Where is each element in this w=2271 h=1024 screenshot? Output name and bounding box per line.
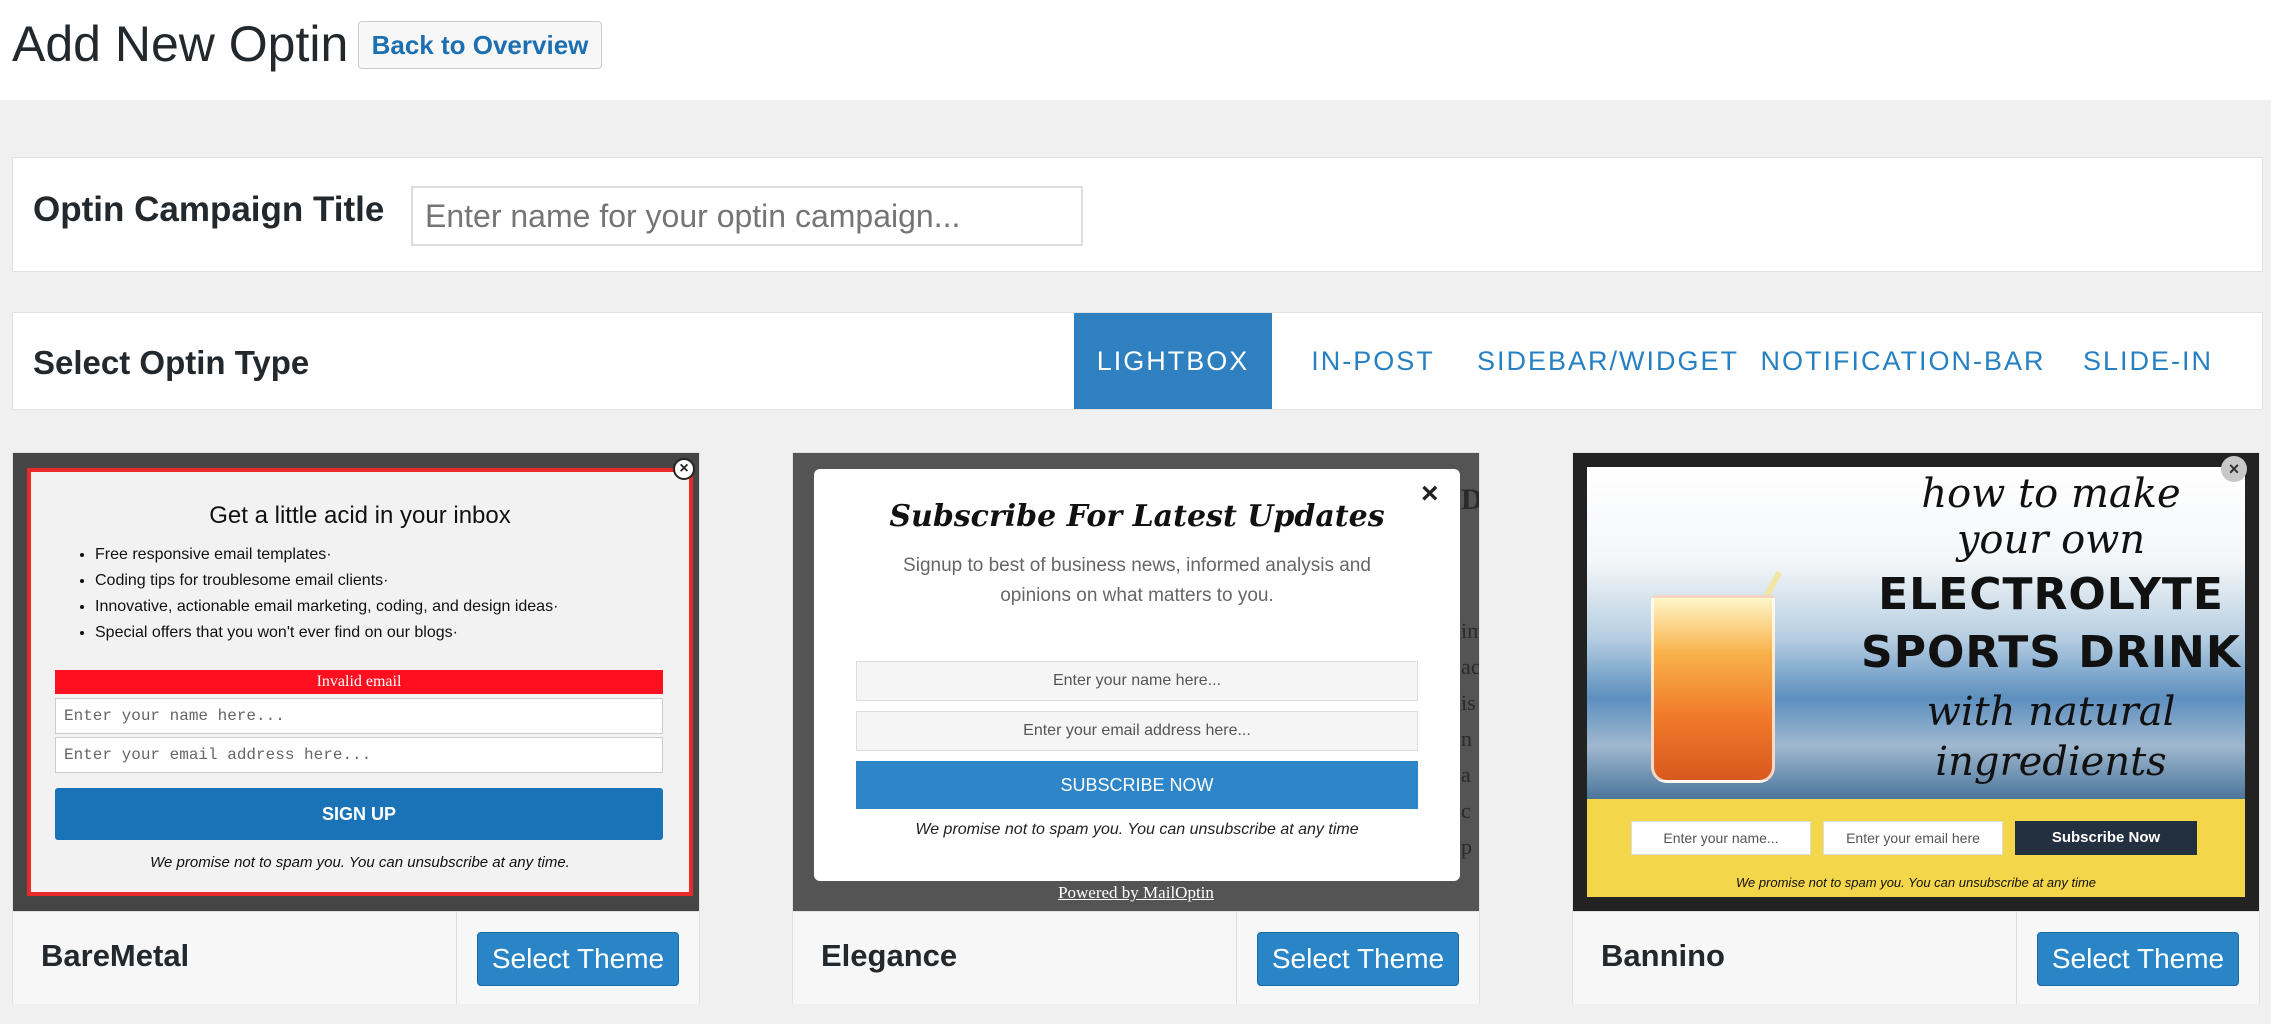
theme-card-elegance: D im ac is n a c p × Subscribe For Latest Upda… (792, 452, 1480, 1004)
sign-up-button: SIGN UP (55, 788, 663, 840)
banner-text: your own (1956, 517, 2146, 563)
privacy-note: We promise not to spam you. You can unsu… (1735, 875, 2097, 890)
card-footer: Elegance Select Theme (793, 911, 1479, 1004)
banner-text: with natural (1926, 689, 2176, 735)
close-icon: × (2221, 456, 2247, 482)
card-footer: Bannino Select Theme (1573, 911, 2259, 1004)
card-footer: BareMetal Select Theme (13, 911, 699, 1004)
backdrop-text: im ac is n a c p (1461, 618, 1479, 859)
drink-glass-image (1651, 595, 1775, 783)
benefit-list: Free responsive email templates· Coding … (73, 542, 558, 646)
name-field: Enter your name here... (856, 661, 1418, 701)
campaign-title-panel: Optin Campaign Title (12, 157, 2263, 272)
theme-name: Bannino (1601, 938, 1725, 973)
tab-sidebar-widget[interactable]: SIDEBAR/WIDGET (1463, 313, 1753, 409)
email-field: Enter your email here (1823, 821, 2003, 855)
subscribe-button: Subscribe Now (2015, 821, 2197, 855)
page-title: Add New Optin (12, 16, 349, 72)
optin-type-label: Select Optin Type (33, 344, 310, 381)
theme-card-baremetal: Get a little acid in your inbox Free res… (12, 452, 700, 1004)
theme-name: Elegance (821, 938, 958, 973)
theme-preview-elegance[interactable]: D im ac is n a c p × Subscribe For Latest Upda… (793, 453, 1479, 911)
subscribe-button: SUBSCRIBE NOW (856, 761, 1418, 809)
page-header: Add New Optin Back to Overview (0, 0, 2271, 100)
banner-image: how to make your own ELECTROLYTE SPORTS … (1587, 467, 2245, 807)
backdrop-text: D (1461, 483, 1479, 516)
select-theme-button[interactable]: Select Theme (1257, 932, 1459, 986)
close-icon: × (673, 458, 695, 480)
campaign-title-input[interactable] (411, 186, 1083, 246)
name-field: Enter your name... (1631, 821, 1811, 855)
divider (456, 912, 457, 1004)
signup-bar: Enter your name... Enter your email here… (1587, 799, 2245, 897)
email-field: Enter your email address here... (55, 737, 663, 773)
optin-box: × Subscribe For Latest Updates Signup to… (814, 469, 1460, 881)
theme-name: BareMetal (41, 938, 190, 973)
divider (2016, 912, 2017, 1004)
list-item: Innovative, actionable email marketing, … (95, 594, 558, 620)
tab-slide-in[interactable]: SLIDE-IN (2053, 313, 2243, 409)
banner-text: ELECTROLYTE (1878, 569, 2224, 620)
tab-lightbox[interactable]: LIGHTBOX (1074, 313, 1272, 409)
preview-heading: Subscribe For Latest Updates (889, 499, 1385, 534)
select-theme-button[interactable]: Select Theme (2037, 932, 2239, 986)
banner-text: ingredients (1935, 739, 2167, 785)
select-theme-button[interactable]: Select Theme (477, 932, 679, 986)
tab-in-post[interactable]: IN-POST (1283, 313, 1463, 409)
theme-preview-baremetal[interactable]: Get a little acid in your inbox Free res… (13, 453, 699, 911)
list-item: Special offers that you won't ever find … (95, 620, 558, 646)
campaign-title-label: Optin Campaign Title (33, 190, 385, 229)
theme-preview-bannino[interactable]: how to make your own ELECTROLYTE SPORTS … (1573, 453, 2259, 911)
theme-card-bannino: how to make your own ELECTROLYTE SPORTS … (1572, 452, 2260, 1004)
preview-heading: Get a little acid in your inbox (209, 502, 511, 529)
divider (1236, 912, 1237, 1004)
banner-text: SPORTS DRINK (1861, 627, 2241, 678)
back-to-overview-button[interactable]: Back to Overview (358, 21, 602, 69)
name-field: Enter your name here... (55, 698, 663, 734)
list-item: Free responsive email templates· (95, 542, 558, 568)
privacy-note: We promise not to spam you. You can unsu… (915, 821, 1359, 838)
optin-type-panel: Select Optin Type LIGHTBOX IN-POST SIDEB… (12, 312, 2263, 410)
error-message: Invalid email (55, 670, 663, 694)
preview-description: Signup to best of business news, informe… (903, 555, 1371, 606)
tab-notification-bar[interactable]: NOTIFICATION-BAR (1753, 313, 2053, 409)
email-field: Enter your email address here... (856, 711, 1418, 751)
powered-by-link: Powered by MailOptin (1058, 883, 1214, 902)
banner-text: how to make (1921, 471, 2181, 517)
privacy-note: We promise not to spam you. You can unsu… (150, 854, 570, 871)
optin-box: Get a little acid in your inbox Free res… (27, 468, 693, 896)
list-item: Coding tips for troublesome email client… (95, 568, 558, 594)
